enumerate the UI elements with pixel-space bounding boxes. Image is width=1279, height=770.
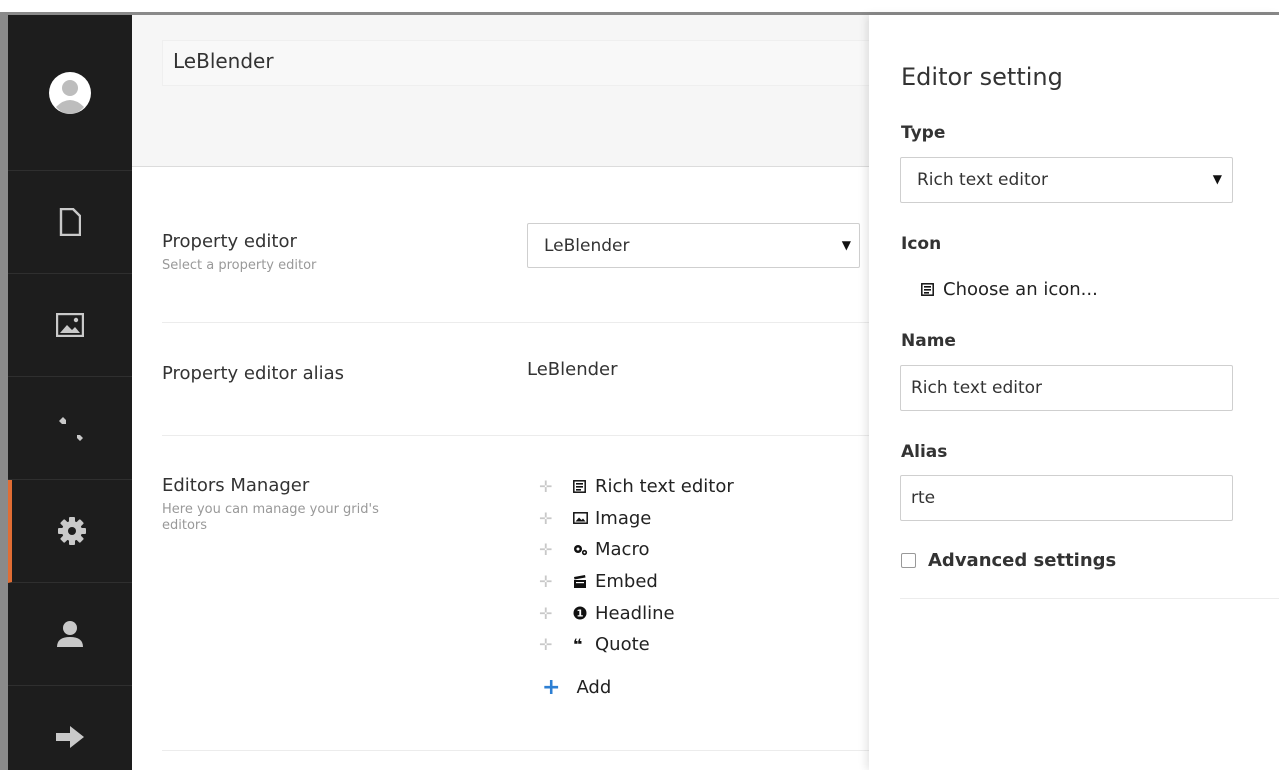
user-avatar-section[interactable] [8, 15, 132, 171]
gear-icon [58, 517, 86, 545]
sidebar-item-users[interactable] [8, 583, 132, 686]
main-content: LeBlender Property editor Select a prope… [132, 15, 869, 770]
choose-icon-text: Choose an icon... [943, 279, 1098, 300]
sidebar-item-developer[interactable] [8, 377, 132, 480]
window-frame-left [0, 12, 8, 770]
list-item[interactable]: ✛ Rich text editor [539, 471, 734, 503]
quote-icon: ❝ [573, 635, 583, 655]
list-item[interactable]: ✛ Macro [539, 534, 734, 566]
wrench-icon [59, 417, 83, 441]
editor-header: LeBlender [132, 15, 869, 167]
property-editor-select[interactable]: LeBlender ▼ [527, 223, 860, 268]
editor-name: Macro [595, 539, 650, 561]
editor-name: Headline [595, 602, 675, 624]
arrow-right-icon [56, 726, 84, 748]
drag-handle-icon[interactable]: ✛ [539, 509, 559, 528]
divider [162, 750, 869, 751]
add-editor-label: Add [576, 677, 612, 698]
list-item[interactable]: ✛ Image [539, 503, 734, 535]
list-item[interactable]: ✛ ❝ Quote [539, 629, 734, 661]
alias-input[interactable]: rte [900, 475, 1233, 521]
datatype-name-input[interactable]: LeBlender [162, 40, 869, 86]
property-editor-selected: LeBlender [544, 236, 630, 256]
editors-manager-description: Here you can manage your grid's editors [162, 502, 379, 533]
divider [900, 598, 1279, 599]
choose-icon-link[interactable]: Choose an icon... [921, 279, 1098, 300]
editor-name: Embed [595, 571, 658, 593]
svg-text:1: 1 [577, 609, 584, 620]
drag-handle-icon[interactable]: ✛ [539, 477, 559, 496]
panel-title: Editor setting [901, 63, 1063, 91]
alias-label: Alias [901, 442, 948, 462]
editor-name: Rich text editor [595, 476, 734, 498]
headline-icon: 1 [573, 606, 593, 620]
sidebar-item-content[interactable] [8, 171, 132, 274]
plus-icon: + [542, 674, 561, 700]
advanced-settings-label: Advanced settings [928, 550, 1117, 571]
chevron-down-icon: ▼ [841, 238, 851, 252]
drag-handle-icon[interactable]: ✛ [539, 604, 559, 623]
main-sidebar [8, 15, 132, 770]
rte-icon [921, 283, 943, 296]
advanced-settings-checkbox[interactable] [901, 553, 916, 568]
chevron-down-icon: ▼ [1212, 172, 1222, 186]
type-select[interactable]: Rich text editor ▼ [900, 157, 1233, 203]
icon-label: Icon [901, 234, 942, 254]
name-label: Name [901, 331, 956, 351]
editors-manager-label: Editors Manager [162, 475, 310, 496]
advanced-settings-toggle[interactable]: Advanced settings [901, 550, 1116, 571]
editor-setting-panel: Editor setting Type Rich text editor ▼ I… [869, 15, 1279, 770]
sidebar-item-media[interactable] [8, 274, 132, 377]
rte-icon [573, 480, 593, 494]
property-editor-alias-row: Property editor alias [162, 363, 869, 384]
macro-icon [573, 544, 593, 556]
sidebar-item-logout[interactable] [8, 686, 132, 770]
image-icon [573, 512, 593, 525]
sidebar-item-settings[interactable] [8, 480, 132, 583]
list-item[interactable]: ✛ 1 Headline [539, 597, 734, 629]
divider [162, 435, 869, 436]
avatar-icon[interactable] [48, 71, 92, 115]
embed-icon [573, 575, 593, 589]
editor-name: Image [595, 507, 652, 529]
name-input[interactable]: Rich text editor [900, 365, 1233, 411]
type-label: Type [901, 123, 946, 143]
document-icon [59, 208, 81, 236]
type-selected: Rich text editor [917, 170, 1049, 190]
user-icon [57, 621, 83, 647]
property-editor-alias-value: LeBlender [527, 359, 618, 380]
editor-name: Quote [595, 634, 650, 656]
editors-manager-row: Editors Manager Here you can manage your… [162, 475, 869, 534]
drag-handle-icon[interactable]: ✛ [539, 635, 559, 654]
add-editor-button[interactable]: + Add [542, 674, 612, 700]
list-item[interactable]: ✛ Embed [539, 566, 734, 598]
drag-handle-icon[interactable]: ✛ [539, 572, 559, 591]
divider [162, 322, 869, 323]
editors-list: ✛ Rich text editor ✛ Image ✛ Macro ✛ Emb… [539, 471, 734, 661]
property-editor-alias-label: Property editor alias [162, 363, 345, 384]
image-icon [56, 313, 84, 337]
drag-handle-icon[interactable]: ✛ [539, 540, 559, 559]
